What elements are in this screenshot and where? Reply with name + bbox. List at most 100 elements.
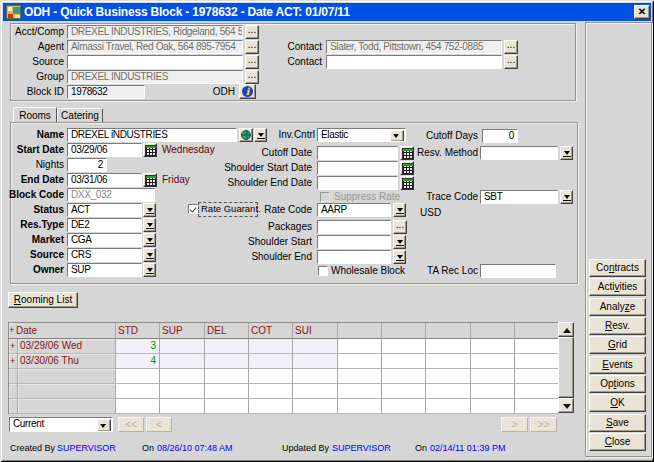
grid-value-cell[interactable]	[382, 384, 426, 399]
options-button[interactable]: Options	[589, 375, 646, 393]
status-field[interactable]: ACT	[67, 203, 142, 217]
odh-info-button[interactable]: i	[239, 84, 256, 99]
grid-value-cell[interactable]	[249, 399, 293, 414]
grid-value-cell[interactable]: 3	[116, 339, 160, 354]
close-button[interactable]: Close	[589, 433, 646, 451]
packages-field[interactable]	[317, 220, 391, 234]
shoulder-end-date-field[interactable]	[317, 176, 398, 190]
agent-field[interactable]: Almassi Travel, Red Oak, 564 895-7954	[67, 40, 243, 54]
shoulder-start-field[interactable]	[317, 235, 391, 249]
grid-value-cell[interactable]	[471, 339, 515, 354]
end-date-calendar-button[interactable]	[143, 173, 157, 187]
res-type-field[interactable]: DE2	[67, 218, 142, 232]
grid-value-cell[interactable]	[160, 339, 205, 354]
shoulder-start-date-calendar-button[interactable]	[400, 161, 414, 175]
analyze-button[interactable]: Analyze	[589, 298, 646, 316]
grid-col-header-COT[interactable]: COT	[249, 323, 293, 339]
nav-last-button[interactable]: >>	[530, 417, 557, 432]
agent-lov-button[interactable]: ...	[245, 40, 259, 54]
grid-col-header-blank5[interactable]	[338, 323, 382, 339]
suppress-rate-checkbox[interactable]	[320, 192, 330, 202]
grid-button[interactable]: Grid	[589, 336, 646, 354]
acct-comp-lov-button[interactable]: ...	[245, 25, 259, 39]
grid-value-cell[interactable]	[471, 369, 515, 384]
grid-value-cell[interactable]	[205, 399, 249, 414]
source2-field[interactable]: CRS	[67, 248, 142, 262]
grid-date-cell[interactable]	[18, 399, 116, 414]
rate-code-field[interactable]: AARP	[317, 203, 391, 217]
grid-value-cell[interactable]	[382, 339, 426, 354]
resv-method-field[interactable]	[480, 146, 558, 160]
grid-value-cell[interactable]	[249, 384, 293, 399]
grid-value-cell[interactable]	[338, 369, 382, 384]
name-globe-button[interactable]	[239, 128, 253, 142]
wholesale-block-checkbox[interactable]	[318, 266, 328, 276]
packages-lov-button[interactable]: ...	[393, 220, 407, 234]
grid-col-header-blank7[interactable]	[426, 323, 471, 339]
grid-value-cell[interactable]	[293, 399, 338, 414]
trace-code-lov-button[interactable]	[560, 190, 573, 204]
block-id-field[interactable]: 1978632	[67, 85, 145, 99]
grid-value-cell[interactable]	[338, 354, 382, 369]
contact2-lov-button[interactable]: ...	[504, 55, 518, 69]
grid-col-header-blank6[interactable]	[382, 323, 426, 339]
ta-rec-loc-field[interactable]	[480, 264, 556, 278]
scrollbar-thumb[interactable]	[558, 337, 574, 398]
block-code-field[interactable]: DXX_032	[67, 188, 155, 202]
cutoff-days-field[interactable]: 0	[482, 129, 518, 143]
cutoff-date-field[interactable]	[317, 146, 398, 160]
tab-catering[interactable]: Catering	[57, 108, 103, 123]
grid-value-cell[interactable]	[116, 369, 160, 384]
grid-col-header-SUI[interactable]: SUI	[293, 323, 338, 339]
source-field[interactable]	[67, 55, 243, 69]
grid-value-cell[interactable]	[249, 369, 293, 384]
grid-value-cell[interactable]	[426, 369, 471, 384]
inv-cntrl-dropdown-icon[interactable]	[390, 130, 404, 142]
grid-value-cell[interactable]	[426, 354, 471, 369]
nav-prev-button[interactable]: <	[146, 417, 172, 432]
res-type-lov-button[interactable]	[143, 218, 156, 232]
grid-date-header[interactable]: Date	[14, 323, 116, 339]
scroll-down-button[interactable]	[558, 398, 574, 413]
view-combo[interactable]: Current	[9, 417, 113, 432]
end-date-field[interactable]: 03/31/06	[67, 173, 142, 187]
grid-value-cell[interactable]	[293, 369, 338, 384]
scroll-up-button[interactable]	[558, 322, 574, 337]
contact1-field[interactable]: Slater, Todd, Pittstown, 454 752-0885	[326, 40, 502, 54]
grid-value-cell[interactable]: 4	[116, 354, 160, 369]
group-lov-button[interactable]: ...	[245, 70, 259, 84]
inv-cntrl-combo[interactable]: Elastic	[317, 128, 406, 142]
market-lov-button[interactable]	[143, 233, 156, 247]
source-lov-button[interactable]: ...	[245, 55, 259, 69]
grid-value-cell[interactable]	[338, 339, 382, 354]
grid-value-cell[interactable]	[515, 339, 559, 354]
grid-value-cell[interactable]	[160, 399, 205, 414]
grid-col-header-DEL[interactable]: DEL	[205, 323, 249, 339]
view-dropdown-icon[interactable]	[97, 419, 111, 432]
events-button[interactable]: Events	[589, 356, 646, 374]
owner-lov-button[interactable]	[143, 263, 156, 277]
contracts-button[interactable]: Contracts	[589, 259, 646, 277]
shoulder-end-date-calendar-button[interactable]	[400, 176, 414, 190]
grid-value-cell[interactable]	[205, 369, 249, 384]
acct-comp-field[interactable]: DREXEL INDUSTRIES, Ridgeland, 564 52	[67, 25, 243, 39]
grid-value-cell[interactable]	[471, 354, 515, 369]
grid-value-cell[interactable]	[426, 339, 471, 354]
grid-value-cell[interactable]	[515, 369, 559, 384]
market-field[interactable]: CGA	[67, 233, 142, 247]
grid-date-cell[interactable]: 03/29/06 Wed	[18, 339, 116, 354]
start-date-calendar-button[interactable]	[143, 143, 157, 157]
grid-value-cell[interactable]	[382, 369, 426, 384]
grid-value-cell[interactable]	[382, 354, 426, 369]
shoulder-end-field[interactable]	[317, 250, 391, 264]
nav-first-button[interactable]: <<	[118, 417, 144, 432]
resv-button[interactable]: Resv.	[589, 317, 646, 335]
grid-col-header-SUP[interactable]: SUP	[160, 323, 205, 339]
resv-method-lov-button[interactable]	[560, 146, 573, 160]
grid-date-cell[interactable]: 03/30/06 Thu	[18, 354, 116, 369]
contact2-field[interactable]	[326, 55, 502, 69]
nights-field[interactable]: 2	[67, 158, 107, 172]
grid-value-cell[interactable]	[160, 354, 205, 369]
grid-scrollbar[interactable]	[558, 322, 574, 413]
close-window-button[interactable]: ✕	[634, 5, 650, 19]
